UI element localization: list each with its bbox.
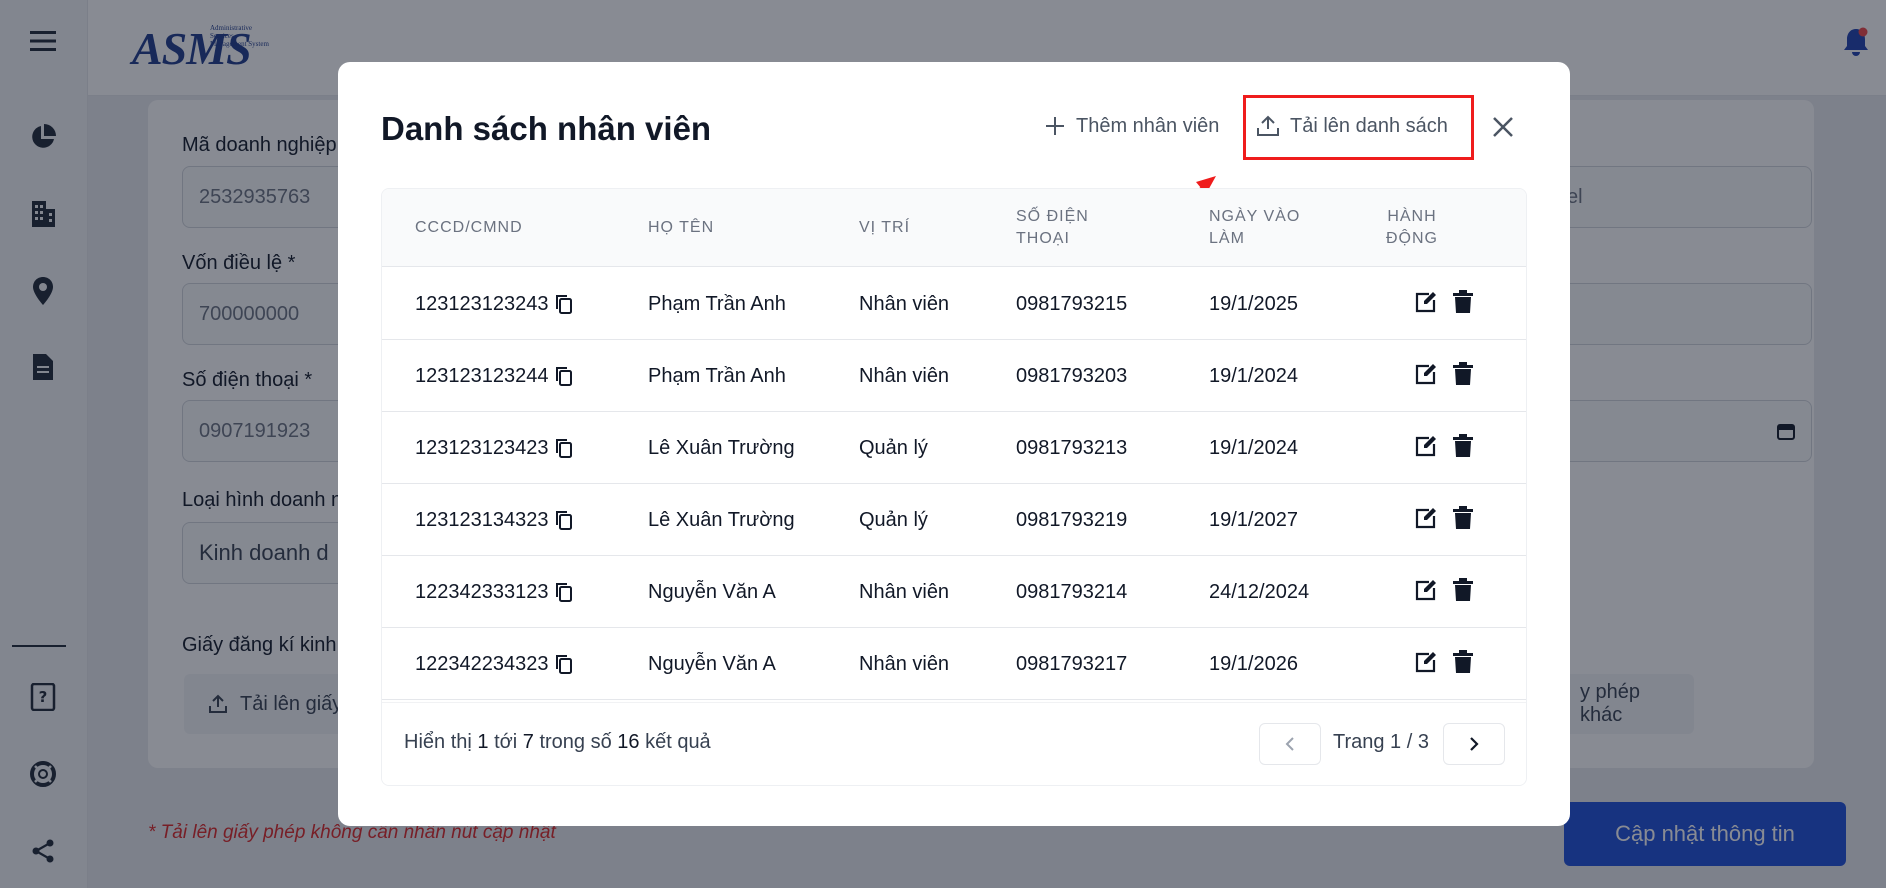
trash-icon[interactable] bbox=[1452, 290, 1474, 319]
cell-position: Nhân viên bbox=[859, 580, 950, 603]
trash-icon[interactable] bbox=[1452, 506, 1474, 535]
edit-icon[interactable] bbox=[1414, 362, 1438, 391]
cell-position: Nhân viên bbox=[859, 652, 950, 675]
cell-date: 19/1/2024 bbox=[1209, 364, 1298, 387]
trash-icon[interactable] bbox=[1452, 434, 1474, 463]
cell-phone: 0981793214 bbox=[1016, 580, 1128, 603]
trash-icon[interactable] bbox=[1452, 650, 1474, 679]
col-id: CCCD/CMND bbox=[415, 219, 523, 236]
cell-phone: 0981793219 bbox=[1016, 508, 1128, 531]
cell-name: Lê Xuân Trường bbox=[648, 436, 795, 459]
cell-name: Nguyễn Văn A bbox=[648, 580, 776, 603]
copy-icon[interactable] bbox=[555, 510, 573, 530]
cell-phone: 0981793215 bbox=[1016, 292, 1128, 315]
cell-date: 19/1/2026 bbox=[1209, 652, 1298, 675]
prev-page-button[interactable] bbox=[1259, 723, 1321, 765]
results-summary: Hiển thị 1 tới 7 trong số 16 kết quả bbox=[404, 731, 711, 753]
page-indicator: Trang 1 / 3 bbox=[1333, 731, 1429, 753]
table-row: 122342333123 Nguyễn Văn A Nhân viên 0981… bbox=[382, 556, 1526, 628]
cell-id: 122342234323 bbox=[415, 652, 549, 675]
employee-list-modal: Danh sách nhân viên Thêm nhân viên Tải l… bbox=[338, 62, 1570, 826]
table-row: 122342234323 Nguyễn Văn A Nhân viên 0981… bbox=[382, 628, 1526, 700]
cell-date: 24/12/2024 bbox=[1209, 580, 1310, 603]
cell-id: 123123123423 bbox=[415, 436, 549, 459]
edit-icon[interactable] bbox=[1414, 506, 1438, 535]
employee-table: CCCD/CMND HỌ TÊN VỊ TRÍ SỐ ĐIỆN THOẠI NGÀ… bbox=[381, 188, 1527, 786]
cell-id: 123123123243 bbox=[415, 292, 549, 315]
edit-icon[interactable] bbox=[1414, 650, 1438, 679]
close-icon[interactable] bbox=[1488, 112, 1518, 142]
chevron-left-icon bbox=[1285, 737, 1294, 751]
col-position: VỊ TRÍ bbox=[859, 219, 911, 236]
col-phone: SỐ ĐIỆN THOẠI bbox=[1016, 208, 1089, 247]
table-row: 123123123244 Phạm Trần Anh Nhân viên 098… bbox=[382, 340, 1526, 412]
cell-position: Quản lý bbox=[859, 436, 928, 459]
modal-title: Danh sách nhân viên bbox=[381, 110, 712, 147]
cell-phone: 0981793203 bbox=[1016, 364, 1128, 387]
col-date: NGÀY VÀO LÀM bbox=[1209, 208, 1301, 247]
cell-id: 122342333123 bbox=[415, 580, 549, 603]
cell-name: Nguyễn Văn A bbox=[648, 652, 776, 675]
cell-date: 19/1/2024 bbox=[1209, 436, 1298, 459]
highlight-box bbox=[1243, 95, 1474, 160]
table-row: 123123123243 Phạm Trần Anh Nhân viên 098… bbox=[382, 268, 1526, 340]
table-header: CCCD/CMND HỌ TÊN VỊ TRÍ SỐ ĐIỆN THOẠI NGÀ… bbox=[382, 189, 1526, 267]
cell-date: 19/1/2025 bbox=[1209, 292, 1298, 315]
add-employee-label: Thêm nhân viên bbox=[1076, 114, 1220, 137]
copy-icon[interactable] bbox=[555, 582, 573, 602]
pagination-footer: Hiển thị 1 tới 7 trong số 16 kết quả Tra… bbox=[382, 702, 1526, 785]
trash-icon[interactable] bbox=[1452, 578, 1474, 607]
edit-icon[interactable] bbox=[1414, 434, 1438, 463]
copy-icon[interactable] bbox=[555, 438, 573, 458]
copy-icon[interactable] bbox=[555, 294, 573, 314]
cell-id: 123123134323 bbox=[415, 508, 549, 531]
cell-name: Phạm Trần Anh bbox=[648, 364, 786, 387]
cell-name: Lê Xuân Trường bbox=[648, 508, 795, 531]
next-page-button[interactable] bbox=[1443, 723, 1505, 765]
cell-position: Nhân viên bbox=[859, 364, 950, 387]
table-row: 123123134323 Lê Xuân Trường Quản lý 0981… bbox=[382, 484, 1526, 556]
cell-phone: 0981793217 bbox=[1016, 652, 1128, 675]
edit-icon[interactable] bbox=[1414, 290, 1438, 319]
copy-icon[interactable] bbox=[555, 654, 573, 674]
col-action: HÀNH ĐỘNG bbox=[1386, 208, 1438, 247]
copy-icon[interactable] bbox=[555, 366, 573, 386]
add-employee-button[interactable]: Thêm nhân viên bbox=[1044, 106, 1219, 146]
cell-id: 123123123244 bbox=[415, 364, 549, 387]
table-row: 123123123423 Lê Xuân Trường Quản lý 0981… bbox=[382, 412, 1526, 484]
col-name: HỌ TÊN bbox=[648, 219, 715, 236]
cell-position: Nhân viên bbox=[859, 292, 950, 315]
cell-phone: 0981793213 bbox=[1016, 436, 1128, 459]
cell-name: Phạm Trần Anh bbox=[648, 292, 786, 315]
plus-icon bbox=[1046, 117, 1064, 135]
cell-position: Quản lý bbox=[859, 508, 928, 531]
edit-icon[interactable] bbox=[1414, 578, 1438, 607]
trash-icon[interactable] bbox=[1452, 362, 1474, 391]
chevron-right-icon bbox=[1470, 737, 1479, 751]
cell-date: 19/1/2027 bbox=[1209, 508, 1298, 531]
